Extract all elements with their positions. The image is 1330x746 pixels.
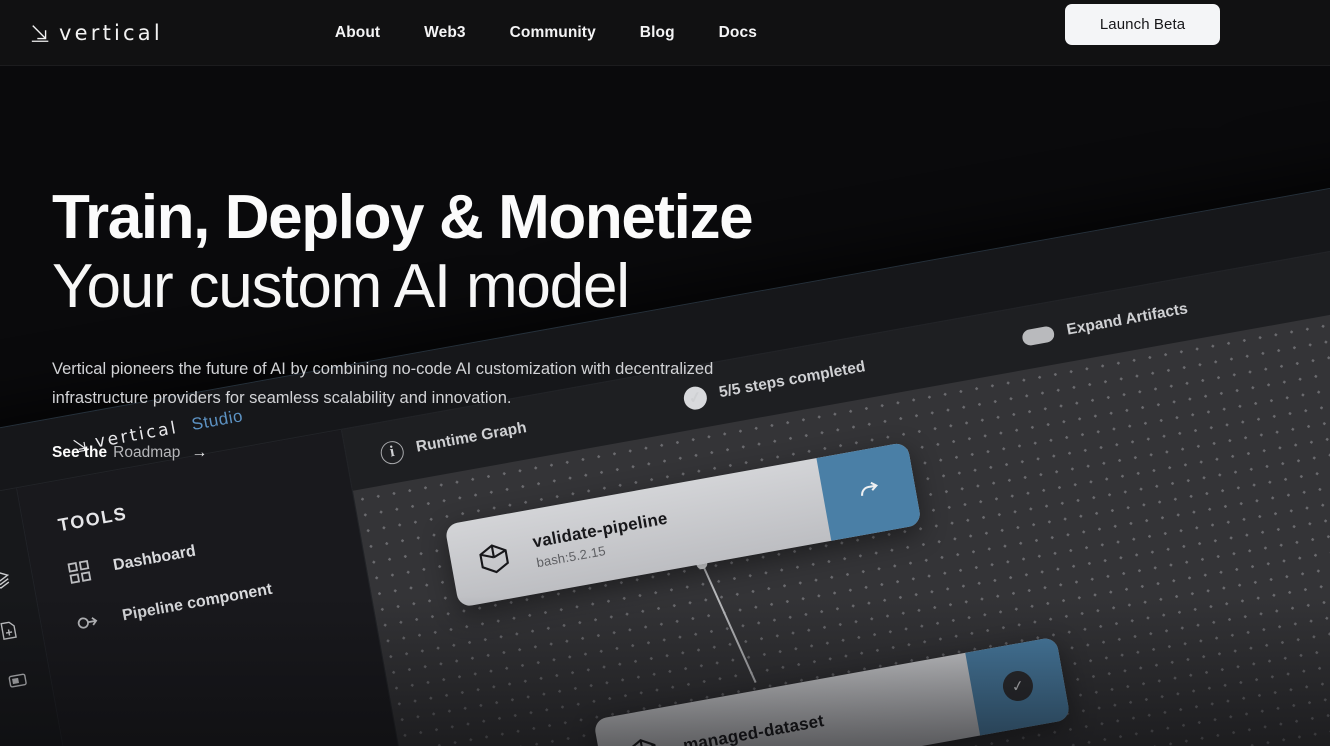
nav-link-about[interactable]: About (335, 24, 380, 42)
see-the-roadmap-link[interactable]: See the Roadmap → (52, 444, 207, 462)
roadmap-link-strong: See the (52, 443, 108, 461)
nav-link-community[interactable]: Community (510, 24, 596, 42)
arrow-right-icon: → (191, 443, 208, 461)
launch-beta-button[interactable]: Launch Beta (1065, 4, 1220, 45)
layers-icon[interactable] (0, 568, 12, 592)
flag-icon[interactable] (5, 668, 29, 692)
brand-logo[interactable]: vertical (30, 21, 163, 45)
hero-section: Train, Deploy & Monetize Your custom AI … (0, 66, 1330, 746)
diagonal-arrow-logo-icon (31, 24, 49, 42)
cube-icon (479, 544, 509, 574)
pipeline-node-dataset[interactable]: managed-dataset ✓ (593, 636, 1071, 746)
nav-link-docs[interactable]: Docs (719, 24, 757, 42)
apps-grid-icon[interactable] (0, 518, 3, 542)
check-badge-icon: ✓ (1000, 668, 1036, 704)
nav-link-web3[interactable]: Web3 (424, 24, 465, 42)
hero-subtitle: Vertical pioneers the future of AI by co… (52, 359, 714, 408)
hero-headline-line1: Train, Deploy & Monetize (52, 183, 754, 252)
node-action-panel[interactable]: ✓ (965, 636, 1071, 736)
toggle-switch-icon[interactable] (1021, 325, 1056, 347)
pipeline-node-validate[interactable]: validate-pipeline bash:5.2.15 (444, 441, 922, 608)
site-header: vertical About Web3 Community Blog Docs … (0, 0, 1330, 66)
hero-headline-line2: Your custom AI model (52, 252, 630, 322)
redo-arrow-icon (861, 481, 879, 497)
node-icon (77, 617, 98, 629)
brand-logo-text: vertical (59, 20, 163, 45)
node-title: managed-dataset (681, 711, 826, 746)
main-navigation: About Web3 Community Blog Docs (335, 24, 757, 42)
expand-artifacts-control[interactable]: Expand Artifacts (1021, 300, 1189, 347)
expand-artifacts-label: Expand Artifacts (1065, 300, 1190, 339)
roadmap-link-soft: Roadmap (113, 443, 181, 461)
pipeline-edge (701, 563, 757, 683)
nav-link-blog[interactable]: Blog (640, 24, 675, 42)
cube-icon (628, 739, 658, 746)
tool-item-label: Dashboard (111, 542, 198, 574)
add-document-icon[interactable] (0, 618, 21, 642)
tool-item-label: Pipeline component (120, 580, 274, 624)
grid-icon (67, 560, 92, 584)
hero-copy: Train, Deploy & Monetize Your custom AI … (52, 183, 852, 462)
